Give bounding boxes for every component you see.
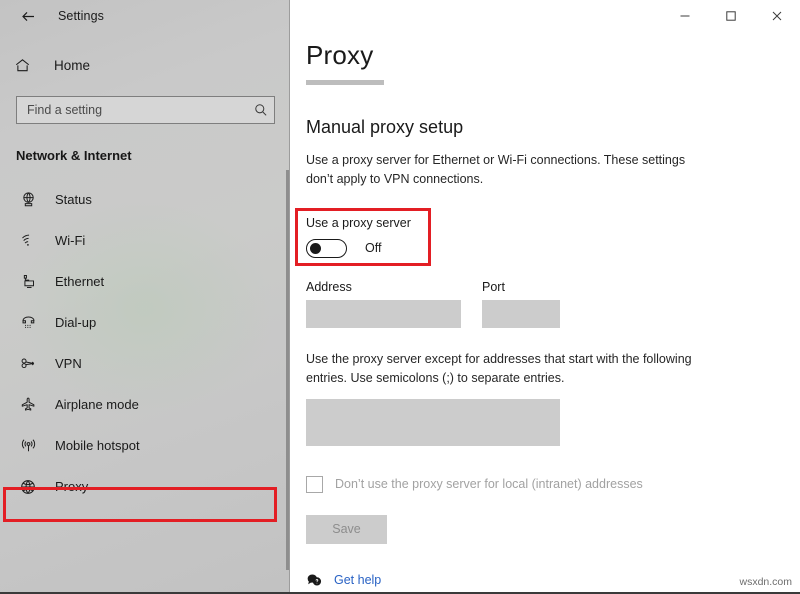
sidebar-item-vpn[interactable]: VPN bbox=[0, 343, 289, 384]
sidebar-item-label: Status bbox=[55, 192, 92, 207]
globe-icon bbox=[14, 478, 42, 496]
sidebar: Settings Home Find a setting Network & I… bbox=[0, 0, 290, 594]
hotspot-icon bbox=[14, 437, 42, 454]
sidebar-item-label-home: Home bbox=[54, 57, 91, 73]
port-field-group: Port bbox=[482, 280, 560, 328]
use-proxy-server-group: Use a proxy server Off bbox=[295, 207, 566, 266]
minimize-icon[interactable] bbox=[662, 0, 708, 32]
title-underline bbox=[306, 80, 384, 85]
sidebar-item-status[interactable]: Status bbox=[0, 179, 289, 220]
home-icon bbox=[14, 57, 40, 74]
wifi-icon bbox=[14, 232, 42, 249]
local-bypass-label: Don’t use the proxy server for local (in… bbox=[335, 477, 643, 491]
sidebar-item-label: Proxy bbox=[55, 479, 89, 494]
local-bypass-checkbox[interactable] bbox=[306, 475, 323, 493]
use-proxy-server-toggle[interactable] bbox=[306, 238, 347, 258]
sidebar-item-mobile-hotspot[interactable]: Mobile hotspot bbox=[0, 425, 289, 466]
port-input[interactable] bbox=[482, 299, 560, 328]
airplane-icon bbox=[14, 396, 42, 413]
sidebar-item-label: Wi-Fi bbox=[55, 233, 86, 248]
address-port-row: Address Port bbox=[306, 280, 800, 328]
local-bypass-checkbox-row[interactable]: Don’t use the proxy server for local (in… bbox=[306, 475, 800, 493]
save-button[interactable]: Save bbox=[306, 514, 387, 544]
use-proxy-server-state: Off bbox=[365, 241, 382, 256]
sidebar-item-airplane-mode[interactable]: Airplane mode bbox=[0, 384, 289, 425]
proxy-settings-panel: Proxy Manual proxy setup Use a proxy ser… bbox=[290, 0, 800, 544]
address-label: Address bbox=[306, 279, 352, 294]
sidebar-item-label: VPN bbox=[55, 356, 82, 371]
get-help-link[interactable]: Get help bbox=[306, 572, 381, 588]
dialup-phone-icon bbox=[14, 314, 42, 331]
sidebar-item-label: Airplane mode bbox=[55, 397, 139, 412]
section-title-manual-proxy-setup: Manual proxy setup bbox=[306, 117, 464, 137]
get-help-label: Get help bbox=[334, 573, 382, 587]
use-proxy-server-label: Use a proxy server bbox=[306, 215, 411, 230]
manual-proxy-description: Use a proxy server for Ethernet or Wi-Fi… bbox=[306, 153, 686, 187]
sidebar-item-dialup[interactable]: Dial-up bbox=[0, 302, 289, 343]
search-input[interactable]: Find a setting bbox=[16, 96, 275, 124]
sidebar-item-label: Dial-up bbox=[55, 315, 97, 330]
settings-window: Settings Home Find a setting Network & I… bbox=[0, 0, 800, 594]
vpn-key-icon bbox=[14, 355, 42, 372]
address-input[interactable] bbox=[306, 299, 461, 328]
use-proxy-server-toggle-row: Off bbox=[306, 238, 566, 258]
sidebar-item-label: Mobile hotspot bbox=[55, 438, 140, 453]
maximize-icon[interactable] bbox=[708, 0, 754, 32]
sidebar-item-label: Ethernet bbox=[55, 274, 105, 289]
address-field-group: Address bbox=[306, 280, 461, 328]
search-placeholder: Find a setting bbox=[27, 103, 103, 117]
back-arrow-icon[interactable] bbox=[14, 2, 42, 30]
page-title: Proxy bbox=[306, 40, 374, 70]
help-bubble-icon bbox=[306, 572, 322, 588]
sidebar-item-wifi[interactable]: Wi-Fi bbox=[0, 220, 289, 261]
port-label: Port bbox=[482, 279, 505, 294]
sidebar-item-ethernet[interactable]: Ethernet bbox=[0, 261, 289, 302]
sidebar-scrollbar[interactable] bbox=[286, 170, 289, 570]
sidebar-item-home[interactable]: Home bbox=[0, 48, 289, 82]
ethernet-icon bbox=[14, 273, 42, 290]
sidebar-item-proxy[interactable]: Proxy bbox=[0, 466, 289, 507]
window-title: Settings bbox=[58, 9, 104, 23]
close-icon[interactable] bbox=[754, 0, 800, 32]
search-icon[interactable] bbox=[254, 103, 268, 117]
window-controls bbox=[662, 0, 800, 32]
sidebar-section-heading: Network & Internet bbox=[16, 148, 132, 163]
toggle-knob bbox=[310, 242, 321, 254]
window-titlebar: Settings bbox=[0, 0, 289, 32]
exceptions-description: Use the proxy server except for addresse… bbox=[306, 351, 692, 386]
sidebar-nav-list: Status Wi-Fi Ethernet Dial-up VPN Airpla… bbox=[0, 179, 289, 507]
globe-monitor-icon bbox=[14, 191, 42, 208]
watermark: wsxdn.com bbox=[739, 576, 792, 588]
main-content: Proxy Manual proxy setup Use a proxy ser… bbox=[290, 0, 800, 594]
exceptions-textarea[interactable] bbox=[306, 398, 560, 446]
